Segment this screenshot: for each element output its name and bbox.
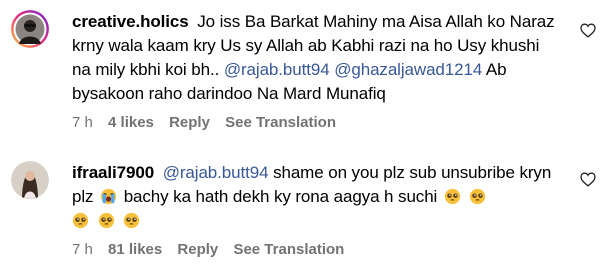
heart-outline-icon[interactable] [580, 23, 596, 38]
see-translation-button[interactable]: See Translation [225, 114, 336, 131]
comment-meta: 7 h 4 likes Reply See Translation [72, 114, 347, 131]
pleading-face-emoji [72, 212, 89, 229]
reply-button[interactable]: Reply [177, 241, 218, 258]
likes-count[interactable]: 4 likes [108, 114, 154, 131]
comment-body: creative.holics Jo iss Ba Barkat Mahiny … [72, 10, 562, 106]
comment-meta: 7 h 81 likes Reply See Translation [72, 241, 355, 258]
avatar[interactable] [11, 10, 49, 48]
heart-outline-icon[interactable] [580, 172, 596, 187]
see-translation-button[interactable]: See Translation [233, 241, 344, 258]
pleading-face-emoji [470, 188, 486, 205]
loudly-crying-face-emoji [100, 188, 117, 205]
mention-link[interactable]: @rajab.butt94 [224, 60, 330, 79]
mention-link[interactable]: @rajab.butt94 [163, 163, 269, 182]
comment-username[interactable]: ifraali7900 [72, 163, 154, 182]
comment-text: bachy ka hath dekh ky rona aagya h suchi [123, 187, 438, 206]
pleading-face-emoji [124, 212, 140, 229]
comment-item: creative.holics Jo iss Ba Barkat Mahiny … [0, 0, 605, 140]
pleading-face-emoji [444, 188, 461, 205]
comment-time: 7 h [72, 241, 93, 258]
reply-button[interactable]: Reply [169, 114, 210, 131]
avatar-image [11, 10, 49, 48]
comment-body: ifraali7900 @rajab.butt94 shame on you p… [72, 161, 562, 233]
comment-time: 7 h [72, 114, 93, 131]
avatar-image [11, 161, 49, 199]
comment-item: ifraali7900 @rajab.butt94 shame on you p… [0, 150, 605, 271]
avatar[interactable] [11, 161, 49, 199]
mention-link[interactable]: @ghazaljawad1214 [334, 60, 482, 79]
comment-username[interactable]: creative.holics [72, 12, 189, 31]
pleading-face-emoji [98, 212, 114, 229]
likes-count[interactable]: 81 likes [108, 241, 162, 258]
